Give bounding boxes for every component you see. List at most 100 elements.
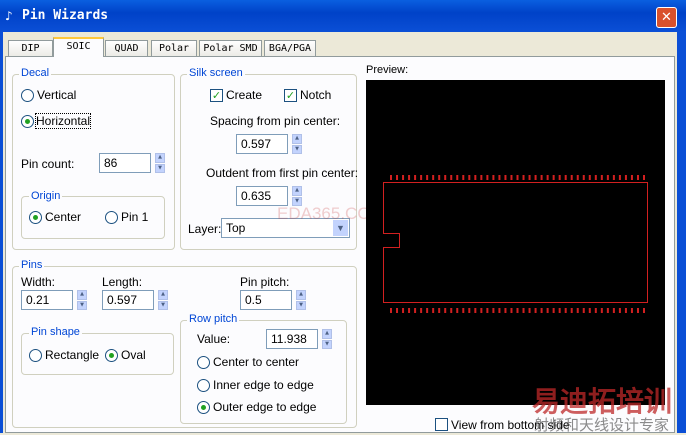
window-title: Pin Wizards	[22, 8, 109, 23]
pin-pad	[618, 308, 621, 313]
row-pitch-value-label: Value:	[197, 332, 231, 346]
tab-quad[interactable]: QUAD	[105, 40, 148, 56]
pitch-spinner[interactable]: ▲ ▼	[296, 290, 306, 310]
notch-checkbox[interactable]: ✓	[284, 89, 297, 102]
tab-soic[interactable]: SOIC	[53, 37, 104, 57]
pin-shape-title: Pin shape	[29, 326, 82, 338]
layer-value: Top	[226, 221, 246, 235]
pin-pad	[462, 175, 465, 180]
pin-count-input[interactable]: 86	[99, 153, 151, 173]
pin-pad	[582, 308, 585, 313]
pin-pad	[462, 308, 465, 313]
horizontal-radio[interactable]	[21, 115, 34, 128]
vertical-radio[interactable]	[21, 89, 34, 102]
pin-pad	[414, 175, 417, 180]
outdent-input[interactable]: 0.635	[236, 186, 288, 206]
close-button[interactable]: ✕	[656, 7, 677, 28]
pin-pad	[432, 308, 435, 313]
pitch-input[interactable]: 0.5	[240, 290, 292, 310]
outdent-spinner[interactable]: ▲ ▼	[292, 186, 302, 206]
center-to-center-label: Center to center	[213, 355, 300, 369]
pin-pad	[630, 175, 633, 180]
pin-pad	[630, 308, 633, 313]
create-checkbox[interactable]: ✓	[210, 89, 223, 102]
pin-pad	[534, 308, 537, 313]
pin-pad	[444, 308, 447, 313]
pin-count-label: Pin count:	[21, 157, 75, 171]
pin-pad	[606, 175, 609, 180]
length-spinner[interactable]: ▲ ▼	[158, 290, 168, 310]
pin-pad	[498, 175, 501, 180]
tab-polar-smd[interactable]: Polar SMD	[199, 40, 262, 56]
view-bottom-checkbox[interactable]	[435, 418, 448, 431]
outdent-label: Outdent from first pin center:	[206, 166, 359, 180]
inner-edge-label: Inner edge to edge	[213, 378, 314, 392]
row-pitch-title: Row pitch	[187, 313, 240, 325]
pin-pad	[444, 175, 447, 180]
width-label: Width:	[21, 275, 56, 289]
origin-pin1-label: Pin 1	[121, 210, 149, 224]
pin-pad	[546, 175, 549, 180]
pin-pad	[576, 175, 579, 180]
inner-edge-radio[interactable]	[197, 379, 210, 392]
pin-pad	[528, 308, 531, 313]
pin-pad	[594, 308, 597, 313]
pin-pad	[564, 308, 567, 313]
pin-pad	[480, 308, 483, 313]
origin-center-label: Center	[45, 210, 82, 224]
pin-pad	[390, 308, 392, 313]
pin-pad	[618, 175, 621, 180]
pin-pad	[426, 175, 429, 180]
pin-pad	[643, 308, 645, 313]
width-input[interactable]: 0.21	[21, 290, 73, 310]
pin-pad	[486, 308, 489, 313]
pin-pad	[636, 175, 639, 180]
pin-pad	[516, 308, 519, 313]
spacing-input[interactable]: 0.597	[236, 134, 288, 154]
pin-pad	[450, 175, 453, 180]
pin-pad	[468, 175, 471, 180]
pin-pad	[558, 308, 561, 313]
app-icon: ♪	[5, 9, 13, 23]
center-to-center-radio[interactable]	[197, 356, 210, 369]
tab-polar[interactable]: Polar	[151, 40, 197, 56]
pin-pad	[516, 175, 519, 180]
pin-pad	[492, 175, 495, 180]
pin-pad	[588, 175, 591, 180]
pin-pad	[624, 308, 627, 313]
origin-pin1-radio[interactable]	[105, 211, 118, 224]
vertical-label: Vertical	[37, 88, 77, 102]
length-input[interactable]: 0.597	[102, 290, 154, 310]
pin-pad	[510, 308, 513, 313]
pin-pad	[426, 308, 429, 313]
pin-pad	[402, 308, 405, 313]
outer-edge-radio[interactable]	[197, 401, 210, 414]
spacing-spinner[interactable]: ▲ ▼	[292, 134, 302, 154]
create-label: Create	[226, 88, 263, 102]
pin-pad	[594, 175, 597, 180]
pin-pad	[510, 175, 513, 180]
pin-pad	[480, 175, 483, 180]
rectangle-radio[interactable]	[29, 349, 42, 362]
pin-pad	[498, 308, 501, 313]
width-spinner[interactable]: ▲ ▼	[77, 290, 87, 310]
pin-pad	[534, 175, 537, 180]
origin-group-title: Origin	[29, 190, 63, 202]
origin-center-radio[interactable]	[29, 211, 42, 224]
row-pitch-input[interactable]: 11.938	[266, 329, 318, 349]
notch-label: Notch	[300, 88, 332, 102]
row-pitch-spinner[interactable]: ▲ ▼	[322, 329, 332, 349]
oval-radio[interactable]	[105, 349, 118, 362]
pin-pad	[474, 308, 477, 313]
tab-dip[interactable]: DIP	[8, 40, 53, 56]
pin-count-spinner[interactable]: ▲ ▼	[155, 153, 165, 173]
pin-pad	[504, 175, 507, 180]
tab-bga-pga[interactable]: BGA/PGA	[264, 40, 316, 56]
pin-pad	[540, 308, 543, 313]
pin-pad	[414, 308, 417, 313]
pin-pad	[408, 308, 411, 313]
pin-pad	[624, 175, 627, 180]
pins-top-row	[390, 175, 645, 180]
pin-pad	[390, 175, 392, 180]
layer-label: Layer:	[188, 222, 222, 236]
